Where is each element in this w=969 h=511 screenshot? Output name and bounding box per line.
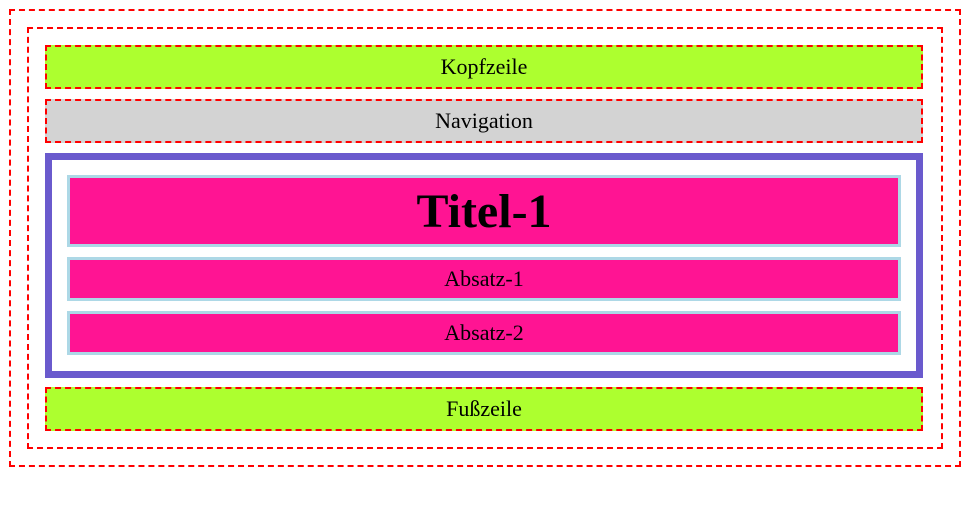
paragraph-1: Absatz-1 — [67, 257, 901, 301]
title: Titel-1 — [67, 175, 901, 247]
navigation: Navigation — [45, 99, 923, 143]
header: Kopfzeile — [45, 45, 923, 89]
footer: Fußzeile — [45, 387, 923, 431]
paragraph-2: Absatz-2 — [67, 311, 901, 355]
